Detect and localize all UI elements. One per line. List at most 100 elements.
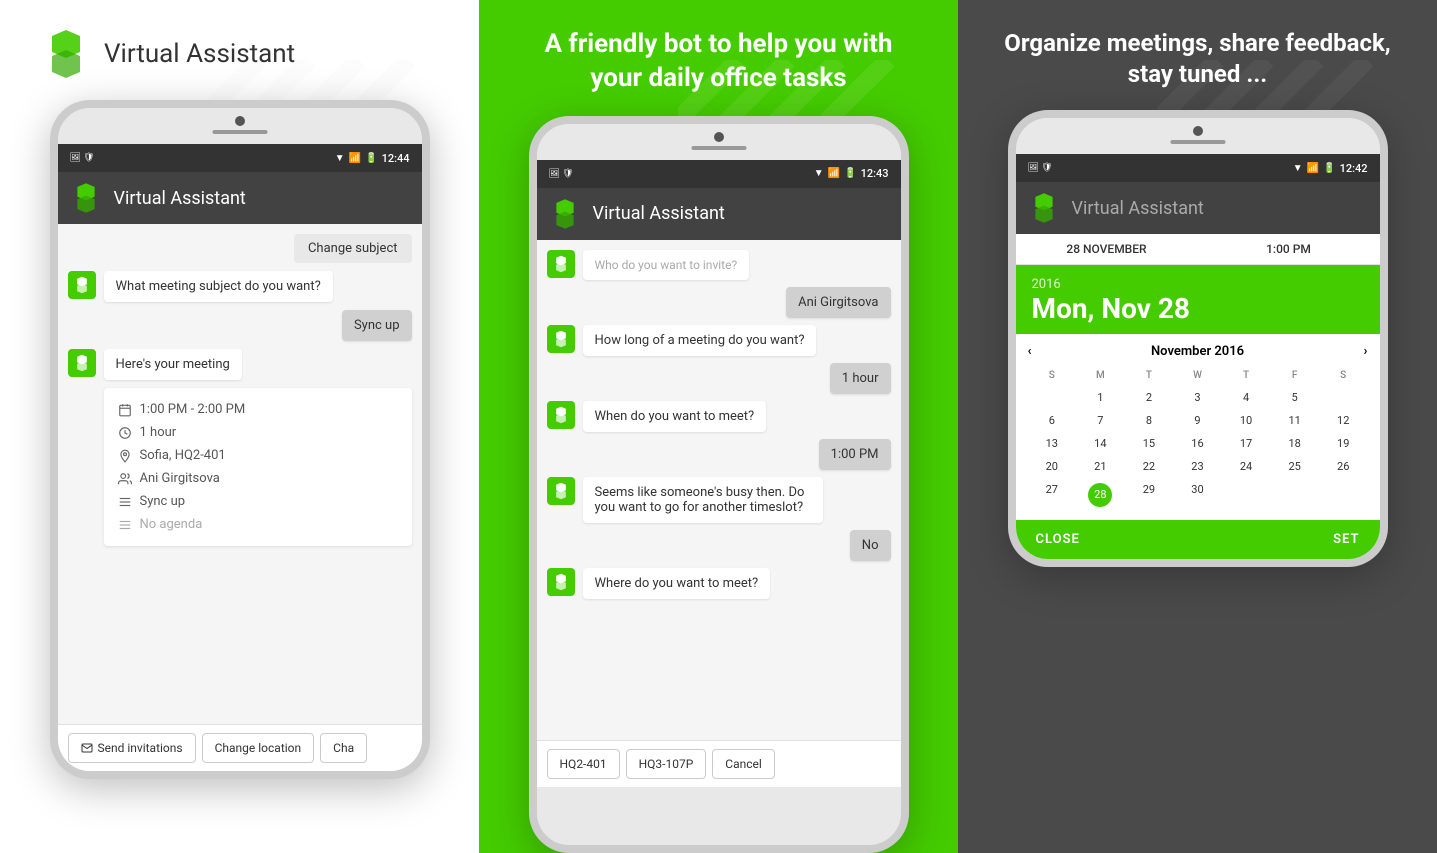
chat-bubble-who: Who do you want to invite? xyxy=(583,250,750,280)
toolbar-logo-2 xyxy=(549,198,581,230)
cal-week-5: 27 28 29 30 xyxy=(1028,478,1368,512)
phone-screen-3: 28 NOVEMBER 1:00 PM 2016 Mon, Nov 28 ‹ N… xyxy=(1016,234,1380,559)
action-bar-1: Send invitations Change location Cha xyxy=(58,724,422,771)
status-bar-1: 🖼 🛡 ▼📶🔋 12:44 xyxy=(58,144,422,172)
phone-mockup-2: 🖼 🛡 ▼📶🔋 12:43 Virtual Assistant xyxy=(479,116,958,853)
toolbar-title-3: Virtual Assistant xyxy=(1072,198,1204,219)
toolbar-logo-1 xyxy=(70,182,102,214)
chat-bubble-ani: Ani Girgitsova xyxy=(786,287,890,318)
cal-time-label: 1:00 PM xyxy=(1198,242,1380,256)
panel-white: Virtual Assistant 🖼 🛡 ▼📶🔋 12:44 xyxy=(0,0,479,853)
phone-screen-1: Change subject What meeting subject do y… xyxy=(58,224,422,771)
toolbar-title-2: Virtual Assistant xyxy=(593,203,725,224)
calendar-grid: S M T W T F S 1 2 3 xyxy=(1016,365,1380,520)
location-icon xyxy=(118,449,132,463)
cal-week-2: 6 7 8 9 10 11 12 xyxy=(1028,409,1368,432)
phone-camera-1 xyxy=(235,116,245,126)
status-bar-2: 🖼 🛡 ▼📶🔋 12:43 xyxy=(537,160,901,188)
chat-bubble-howlong: How long of a meeting do you want? xyxy=(583,325,817,356)
meeting-calendar-row: Sync up xyxy=(118,490,398,513)
calendar-top-info: 28 NOVEMBER 1:00 PM xyxy=(1016,234,1380,265)
hq3-btn[interactable]: HQ3-107P xyxy=(626,749,707,779)
chat-row-no: No xyxy=(547,530,891,561)
phone-speaker-2 xyxy=(691,146,746,150)
cal-prev-btn[interactable]: ‹ xyxy=(1028,344,1032,359)
calendar-footer: CLOSE SET xyxy=(1016,520,1380,559)
chat-bubble-no: No xyxy=(850,530,891,561)
phone-speaker-1 xyxy=(212,130,267,134)
chat-row-1: What meeting subject do you want? xyxy=(68,271,412,302)
change-location-btn[interactable]: Change location xyxy=(202,733,315,763)
app-toolbar-2: Virtual Assistant xyxy=(537,188,901,240)
meeting-time-row: 1:00 PM - 2:00 PM xyxy=(118,398,398,421)
phone-screen-2: Who do you want to invite? Ani Girgitsov… xyxy=(537,240,901,787)
bot-avatar-2 xyxy=(68,349,96,377)
calendar-body: ‹ November 2016 › S M T W T F S xyxy=(1016,334,1380,520)
app-toolbar-1: Virtual Assistant xyxy=(58,172,422,224)
panel3-header: Organize meetings, share feedback, stay … xyxy=(958,0,1437,110)
calendar-date-big: Mon, Nov 28 xyxy=(1032,292,1364,326)
chat-bubble-1pm: 1:00 PM xyxy=(819,439,891,470)
bot-avatar-p2-2 xyxy=(547,325,575,353)
chat-bubble-1: What meeting subject do you want? xyxy=(104,271,333,302)
phone-mockup-1: 🖼 🛡 ▼📶🔋 12:44 Virtual Assistant xyxy=(0,100,479,853)
chat-bubble-meeting: Here's your meeting xyxy=(104,349,242,380)
phone-camera-3 xyxy=(1193,126,1203,136)
menu-icon xyxy=(118,495,132,509)
calendar-icon xyxy=(118,403,132,417)
envelope-icon xyxy=(81,742,93,754)
panel2-header: A friendly bot to help you with your dai… xyxy=(479,0,958,116)
cal-week-4: 20 21 22 23 24 25 26 xyxy=(1028,455,1368,478)
calendar-header-bar: 2016 Mon, Nov 28 xyxy=(1016,265,1380,334)
bot-avatar-p2-4 xyxy=(547,477,575,505)
cal-date-label: 28 NOVEMBER xyxy=(1016,242,1198,256)
bot-avatar-p2-3 xyxy=(547,401,575,429)
cancel-btn[interactable]: Cancel xyxy=(712,749,775,779)
clock-icon xyxy=(118,426,132,440)
cha-btn[interactable]: Cha xyxy=(320,733,367,763)
cal-week-3: 13 14 15 16 17 18 19 xyxy=(1028,432,1368,455)
bot-avatar-1 xyxy=(68,271,96,299)
chat-row-1pm: 1:00 PM xyxy=(547,439,891,470)
cal-week-1: 1 2 3 4 5 xyxy=(1028,386,1368,409)
status-bar-3: 🖼 🛡 ▼📶🔋 12:42 xyxy=(1016,154,1380,182)
action-bar-2: HQ2-401 HQ3-107P Cancel xyxy=(537,740,901,787)
today-cell[interactable]: 28 xyxy=(1088,483,1112,507)
panel-green: A friendly bot to help you with your dai… xyxy=(479,0,958,853)
chat-row-who: Who do you want to invite? xyxy=(547,250,891,280)
people-icon xyxy=(118,472,132,486)
cal-close-btn[interactable]: CLOSE xyxy=(1036,532,1080,547)
list-icon xyxy=(118,518,132,532)
change-subject-btn[interactable]: Change subject xyxy=(294,234,412,263)
calendar-year: 2016 xyxy=(1032,277,1364,292)
chat-row-when: When do you want to meet? xyxy=(547,401,891,432)
cal-set-btn[interactable]: SET xyxy=(1333,532,1359,547)
chat-row-where: Where do you want to meet? xyxy=(547,568,891,599)
calendar-nav: ‹ November 2016 › xyxy=(1016,334,1380,365)
hq2-btn[interactable]: HQ2-401 xyxy=(547,749,620,779)
meeting-duration-row: 1 hour xyxy=(118,421,398,444)
chat-bubble-where: Where do you want to meet? xyxy=(583,568,771,599)
meeting-location-row: Sofia, HQ2-401 xyxy=(118,444,398,467)
chat-bubble-when: When do you want to meet? xyxy=(583,401,767,432)
logo-text: Virtual Assistant xyxy=(104,39,295,69)
phone-speaker-3 xyxy=(1170,140,1225,144)
chat-row-sync: Sync up xyxy=(68,310,412,341)
phone-mockup-3: 🖼 🛡 ▼📶🔋 12:42 Virtual Assistant 28 NOVEM… xyxy=(958,110,1437,853)
panel-dark: Organize meetings, share feedback, stay … xyxy=(958,0,1437,853)
meeting-attendee-row: Ani Girgitsova xyxy=(118,467,398,490)
phone-camera-2 xyxy=(714,132,724,142)
logo-area: Virtual Assistant xyxy=(0,0,479,100)
meeting-card: 1:00 PM - 2:00 PM 1 hour xyxy=(104,388,412,546)
toolbar-title-1: Virtual Assistant xyxy=(114,188,246,209)
chat-row-ani: Ani Girgitsova xyxy=(547,287,891,318)
app-logo-icon xyxy=(40,28,92,80)
cal-month-year: November 2016 xyxy=(1151,344,1244,359)
chat-row-howlong: How long of a meeting do you want? xyxy=(547,325,891,356)
chat-bubble-busy: Seems like someone's busy then. Do you w… xyxy=(583,477,823,523)
chat-row-1hour: 1 hour xyxy=(547,363,891,394)
app-toolbar-3: Virtual Assistant xyxy=(1016,182,1380,234)
cal-next-btn[interactable]: › xyxy=(1364,344,1368,359)
send-invitations-btn[interactable]: Send invitations xyxy=(68,733,196,763)
chat-bubble-sync: Sync up xyxy=(342,310,412,341)
